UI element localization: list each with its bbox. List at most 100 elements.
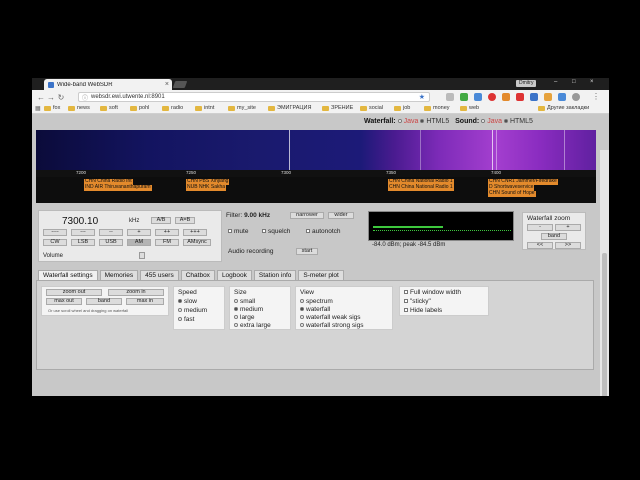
size-extra-large-radio[interactable] — [234, 323, 238, 328]
size-large-option[interactable]: large — [234, 314, 254, 321]
station-label[interactable]: NUB NHK Sakha — [186, 184, 227, 191]
new-tab-button[interactable] — [172, 81, 188, 88]
view-strong-option[interactable]: waterfall strong sigs — [300, 322, 363, 329]
zoom-in-button[interactable]: zoom in — [108, 289, 164, 296]
waterfall-java-radio[interactable] — [397, 119, 402, 124]
bookmark-folder[interactable]: web — [460, 105, 479, 111]
bookmark-folder[interactable]: news — [68, 105, 90, 111]
waterfall-html5-radio[interactable] — [420, 119, 425, 124]
minimize-icon[interactable]: – — [554, 79, 557, 87]
view-weak-option[interactable]: waterfall weak sigs — [300, 314, 361, 321]
view-spectrum-radio[interactable] — [300, 299, 304, 304]
reload-icon[interactable]: ↻ — [56, 93, 66, 102]
size-medium-radio[interactable] — [234, 307, 238, 312]
tab-s-meter-plot[interactable]: S-meter plot — [298, 270, 344, 280]
size-small-option[interactable]: small — [234, 298, 255, 305]
autonotch-checkbox[interactable] — [306, 229, 310, 234]
ab-button[interactable]: A/B — [151, 217, 171, 224]
max-out-button[interactable]: max out — [46, 298, 82, 305]
full-width-option[interactable]: Full window width — [404, 289, 461, 296]
bookmark-folder[interactable]: ЭМИГРАЦИЯ — [268, 105, 311, 111]
tab-memories[interactable]: Memories — [99, 270, 139, 280]
station-label[interactable]: IND AIR Thiruvananthapuram — [84, 184, 152, 191]
sticky-option[interactable]: "sticky" — [404, 298, 431, 305]
extension-icon[interactable] — [572, 93, 580, 101]
step-button[interactable]: + — [127, 229, 151, 236]
bookmark-star-icon[interactable]: ★ — [419, 93, 425, 101]
waterfall-display[interactable] — [36, 130, 596, 170]
mode-lsb-button[interactable]: LSB — [71, 239, 95, 246]
bookmark-folder[interactable]: intnt — [195, 105, 214, 111]
extension-icon[interactable] — [544, 93, 552, 101]
scrollbar-thumb[interactable] — [602, 253, 607, 396]
sound-html5-radio[interactable] — [503, 119, 508, 124]
speed-fast-radio[interactable] — [178, 317, 182, 322]
back-icon[interactable]: ← — [36, 93, 46, 102]
speed-medium-radio[interactable] — [178, 308, 182, 313]
size-small-radio[interactable] — [234, 299, 238, 304]
max-in-button[interactable]: max in — [126, 298, 164, 305]
frequency-scale[interactable]: 7200 7250 7300 7350 7400 — [36, 170, 596, 177]
tab-waterfall-settings[interactable]: Waterfall settings — [38, 270, 98, 280]
squelch-checkbox[interactable] — [262, 229, 266, 234]
bookmark-folder[interactable]: Другие закладки — [538, 105, 589, 111]
extension-icon[interactable] — [516, 93, 524, 101]
bookmark-folder[interactable]: radio — [162, 105, 183, 111]
bookmark-folder[interactable]: money — [424, 105, 450, 111]
apps-icon[interactable]: ▦ — [35, 105, 41, 112]
profile-button[interactable]: Dmitry — [516, 80, 537, 87]
mode-fm-button[interactable]: FM — [155, 239, 179, 246]
band-button[interactable]: band — [86, 298, 122, 305]
speed-slow-radio[interactable] — [178, 299, 182, 304]
wider-button[interactable]: wider — [328, 212, 354, 219]
step-button[interactable]: -- — [99, 229, 123, 236]
step-button[interactable]: ++ — [155, 229, 179, 236]
mode-usb-button[interactable]: USB — [99, 239, 123, 246]
station-label[interactable]: CHN Sound of Hope — [488, 190, 536, 197]
speed-slow-option[interactable]: slow — [178, 298, 197, 305]
speed-fast-option[interactable]: fast — [178, 316, 194, 323]
extension-icon[interactable] — [488, 93, 496, 101]
mute-toggle[interactable]: mute — [228, 228, 248, 235]
zoom-right-button[interactable]: >> — [555, 242, 581, 249]
info-icon[interactable]: ⓘ — [82, 93, 88, 102]
zoom-band-button[interactable]: band — [541, 233, 567, 240]
extension-icon[interactable] — [446, 93, 454, 101]
size-medium-option[interactable]: medium — [234, 306, 263, 313]
extension-icon[interactable] — [502, 93, 510, 101]
hide-labels-option[interactable]: Hide labels — [404, 307, 442, 314]
bookmark-folder[interactable]: job — [394, 105, 410, 111]
tab-users[interactable]: 455 users — [140, 270, 179, 280]
extension-icon[interactable] — [530, 93, 538, 101]
extension-icon[interactable] — [474, 93, 482, 101]
bookmark-folder[interactable]: pohl — [130, 105, 149, 111]
mode-cw-button[interactable]: CW — [43, 239, 67, 246]
zoom-plus-button[interactable]: + — [555, 224, 581, 231]
zoom-out-button[interactable]: zoom out — [46, 289, 102, 296]
hide-labels-checkbox[interactable] — [404, 308, 408, 313]
close-window-icon[interactable]: × — [590, 79, 594, 87]
extension-icon[interactable] — [558, 93, 566, 101]
view-weak-radio[interactable] — [300, 315, 304, 320]
a-equals-b-button[interactable]: A=B — [175, 217, 195, 224]
step-button[interactable]: +++ — [183, 229, 207, 236]
bookmark-folder[interactable]: ЗРЕНИЕ — [322, 105, 353, 111]
sticky-checkbox[interactable] — [404, 299, 408, 304]
mute-checkbox[interactable] — [228, 229, 232, 234]
start-recording-button[interactable]: start — [296, 248, 318, 255]
tab-station-info[interactable]: Station info — [253, 270, 297, 280]
extension-icon[interactable] — [460, 93, 468, 101]
speed-medium-option[interactable]: medium — [178, 307, 207, 314]
station-label[interactable]: CHN China National Radio 1 — [388, 184, 454, 191]
size-large-radio[interactable] — [234, 315, 238, 320]
browser-tab[interactable]: Wide-band WebSDR × — [44, 79, 172, 90]
squelch-toggle[interactable]: squelch — [262, 228, 290, 235]
step-button[interactable]: ---- — [43, 229, 67, 236]
sound-java-radio[interactable] — [481, 119, 486, 124]
narrower-button[interactable]: narrower — [290, 212, 324, 219]
close-tab-icon[interactable]: × — [165, 81, 172, 88]
view-spectrum-option[interactable]: spectrum — [300, 298, 333, 305]
full-width-checkbox[interactable] — [404, 290, 408, 295]
mode-am-button[interactable]: AM — [127, 239, 151, 246]
step-button[interactable]: --- — [71, 229, 95, 236]
